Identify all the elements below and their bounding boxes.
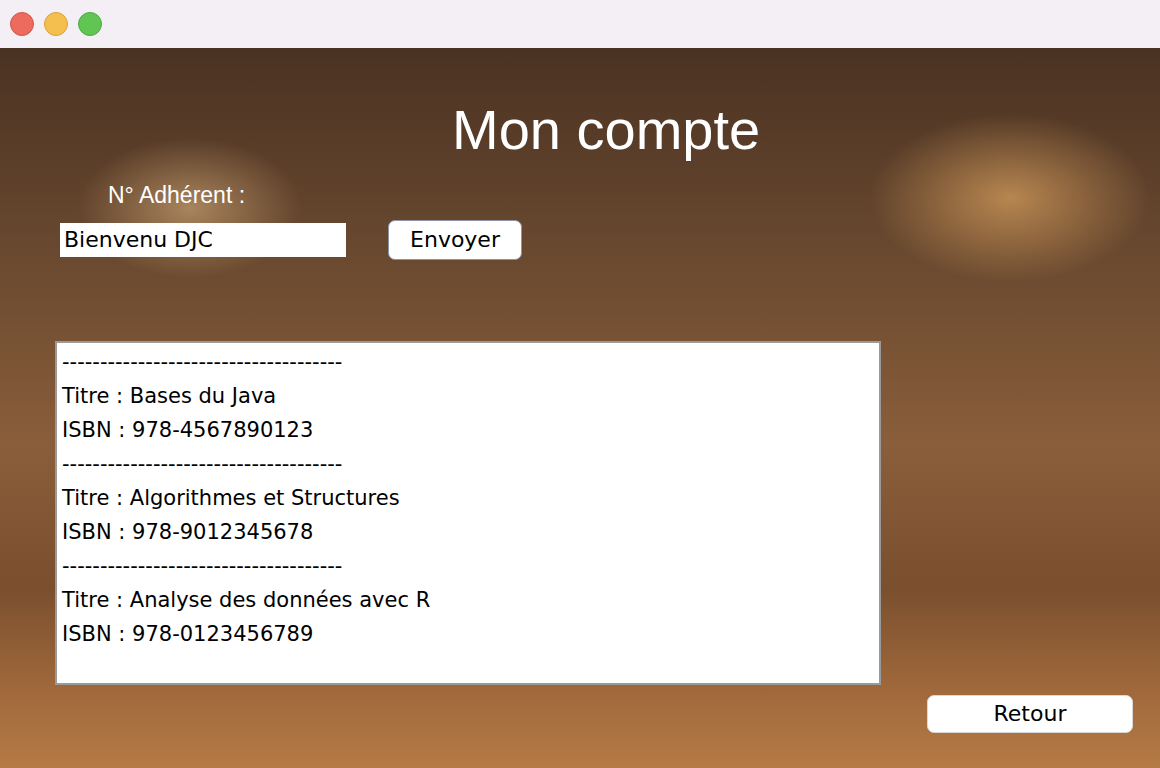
loan-title: Titre : Bases du Java bbox=[62, 379, 874, 413]
loan-title: Titre : Algorithmes et Structures bbox=[62, 481, 874, 515]
back-row: Retour bbox=[0, 695, 1160, 733]
title-bar bbox=[0, 0, 1160, 48]
loan-separator: ------------------------------------- bbox=[62, 447, 874, 481]
back-button[interactable]: Retour bbox=[927, 695, 1133, 733]
member-field[interactable] bbox=[60, 223, 346, 257]
loan-isbn: ISBN : 978-0123456789 bbox=[62, 617, 874, 651]
close-icon[interactable] bbox=[10, 12, 34, 36]
member-label: N° Adhérent : bbox=[108, 180, 1160, 210]
loan-isbn: ISBN : 978-4567890123 bbox=[62, 413, 874, 447]
loans-list: -------------------------------------Tit… bbox=[55, 341, 881, 685]
page-heading: Mon compte bbox=[452, 48, 1160, 160]
loan-separator: ------------------------------------- bbox=[62, 345, 874, 379]
member-row: Envoyer bbox=[60, 220, 1160, 260]
loan-separator: ------------------------------------- bbox=[62, 549, 874, 583]
loan-title: Titre : Analyse des données avec R bbox=[62, 583, 874, 617]
minimize-icon[interactable] bbox=[44, 12, 68, 36]
send-button[interactable]: Envoyer bbox=[388, 220, 522, 260]
background-photo: Mon compte N° Adhérent : Envoyer ----------… bbox=[0, 48, 1160, 768]
loan-isbn: ISBN : 978-9012345678 bbox=[62, 515, 874, 549]
maximize-icon[interactable] bbox=[78, 12, 102, 36]
